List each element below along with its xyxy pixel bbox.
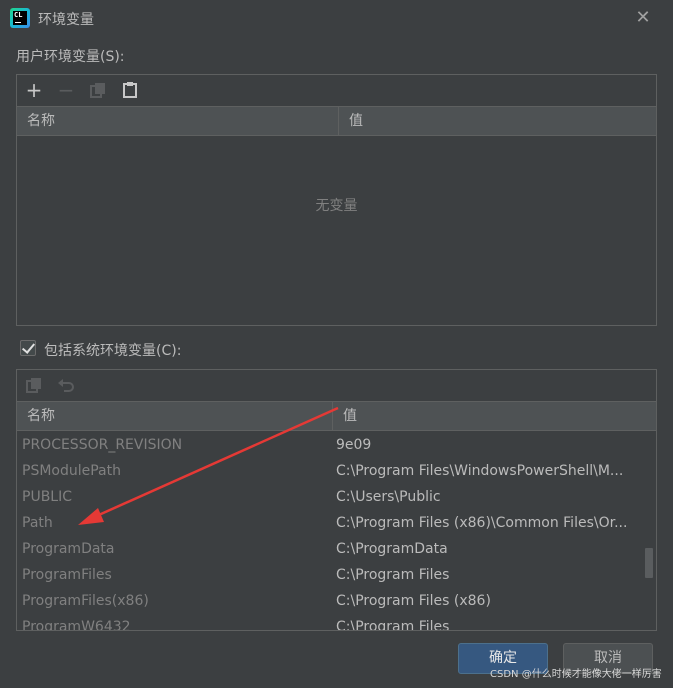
- empty-state-text: 无变量: [315, 198, 358, 214]
- table-row[interactable]: ProgramW6432 C:\Program Files: [17, 614, 643, 630]
- column-value-header[interactable]: 值: [333, 402, 643, 430]
- variable-name: PROCESSOR_REVISION: [22, 437, 183, 453]
- include-system-checkbox[interactable]: [20, 340, 36, 356]
- system-toolbar: [17, 370, 656, 400]
- variable-value: C:\Program Files (x86): [336, 593, 491, 609]
- user-variables-panel: + − 名称 值 无变量: [16, 74, 657, 326]
- user-table-header: 名称 值: [17, 106, 656, 136]
- column-value-header[interactable]: 值: [339, 107, 656, 135]
- watermark: CSDN @什么时候才能像大佬一样厉害: [490, 669, 662, 680]
- table-row[interactable]: PUBLIC C:\Users\Public: [17, 484, 643, 510]
- add-button[interactable]: +: [23, 79, 45, 101]
- variable-value: C:\Program Files: [336, 619, 450, 630]
- user-toolbar: + −: [17, 75, 656, 105]
- variable-name: Path: [22, 515, 53, 531]
- title-bar: CL 环境变量 ✕: [0, 0, 673, 36]
- variable-value: C:\ProgramData: [336, 541, 448, 557]
- variable-value: C:\Program Files\WindowsPowerShell\M...: [336, 463, 624, 479]
- variable-name: ProgramData: [22, 541, 115, 557]
- paste-icon[interactable]: [119, 79, 141, 101]
- scrollbar-thumb[interactable]: [645, 548, 653, 578]
- table-row[interactable]: ProgramData C:\ProgramData: [17, 536, 643, 562]
- undo-icon[interactable]: [55, 374, 77, 396]
- table-row[interactable]: PSModulePath C:\Program Files\WindowsPow…: [17, 458, 643, 484]
- copy-icon[interactable]: [87, 79, 109, 101]
- variable-value: C:\Program Files: [336, 567, 450, 583]
- table-row[interactable]: ProgramFiles(x86) C:\Program Files (x86): [17, 588, 643, 614]
- close-icon[interactable]: ✕: [632, 7, 654, 29]
- variable-name: ProgramFiles: [22, 567, 112, 583]
- system-table-header: 名称 值: [17, 401, 656, 431]
- include-system-label[interactable]: 包括系统环境变量(C):: [44, 340, 181, 360]
- user-variables-label: 用户环境变量(S):: [16, 49, 125, 65]
- variable-name: ProgramFiles(x86): [22, 593, 149, 609]
- variable-value: C:\Program Files (x86)\Common Files\Or..…: [336, 515, 628, 531]
- variable-name: PSModulePath: [22, 463, 121, 479]
- vertical-scrollbar[interactable]: [643, 432, 656, 630]
- variable-name: ProgramW6432: [22, 619, 131, 630]
- variable-value: C:\Users\Public: [336, 489, 441, 505]
- column-name-header[interactable]: 名称: [17, 402, 332, 430]
- table-row[interactable]: PROCESSOR_REVISION 9e09: [17, 432, 643, 458]
- copy-icon[interactable]: [23, 374, 45, 396]
- system-variables-panel: 名称 值 PROCESSOR_REVISION 9e09 PSModulePat…: [16, 369, 657, 631]
- variable-name: PUBLIC: [22, 489, 72, 505]
- variable-value: 9e09: [336, 437, 372, 453]
- table-row[interactable]: Path C:\Program Files (x86)\Common Files…: [17, 510, 643, 536]
- column-name-header[interactable]: 名称: [17, 107, 338, 135]
- checkmark-icon: [21, 340, 36, 354]
- table-row[interactable]: ProgramFiles C:\Program Files: [17, 562, 643, 588]
- clion-logo-icon: CL: [10, 8, 30, 28]
- window-title: 环境变量: [38, 12, 94, 28]
- remove-button[interactable]: −: [55, 79, 77, 101]
- system-variables-list: PROCESSOR_REVISION 9e09 PSModulePath C:\…: [17, 432, 643, 630]
